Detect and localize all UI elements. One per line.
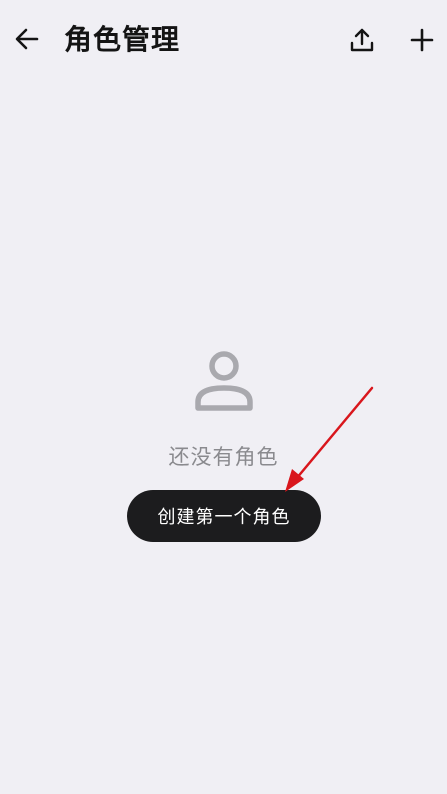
create-first-role-button[interactable]: 创建第一个角色 (127, 490, 321, 542)
role-management-screen: 角色管理 还没有角色 创建第一个角色 (0, 0, 447, 794)
add-button[interactable] (404, 22, 440, 58)
back-button[interactable] (10, 22, 44, 56)
person-icon (195, 351, 253, 411)
empty-state-message: 还没有角色 (168, 445, 279, 469)
top-bar: 角色管理 (0, 0, 447, 80)
page-title: 角色管理 (64, 23, 181, 56)
export-button[interactable] (344, 22, 380, 58)
arrow-left-icon (15, 28, 39, 50)
upload-icon (350, 28, 374, 52)
plus-icon (410, 28, 434, 52)
